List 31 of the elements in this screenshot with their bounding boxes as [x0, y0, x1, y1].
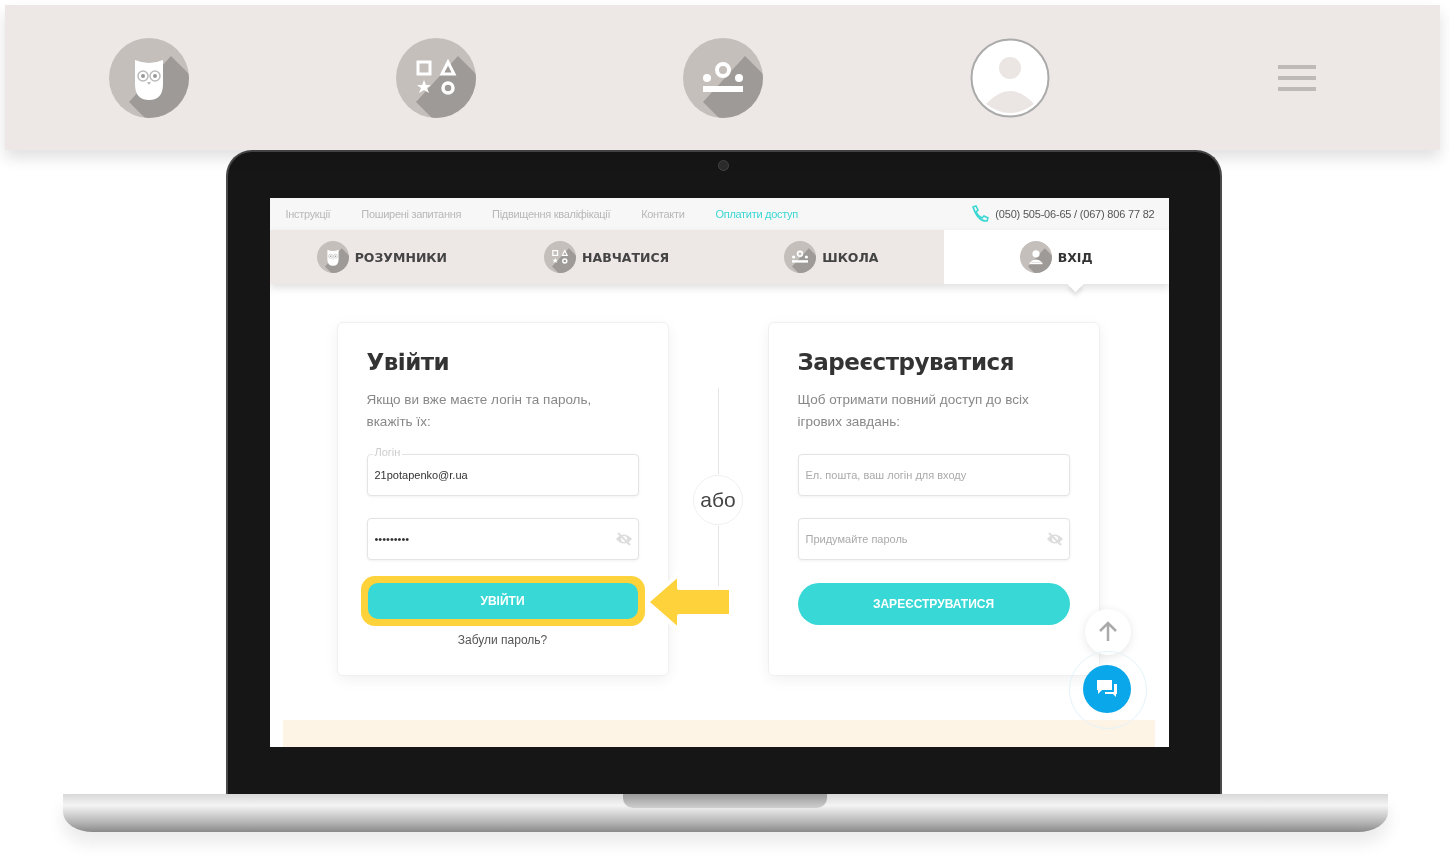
phone-number: (050) 505-06-65 / (067) 806 77 82 [995, 208, 1155, 220]
nav-tab[interactable]: РОЗУМНИКИ [269, 230, 495, 284]
password-field[interactable]: Придумайте пароль [797, 518, 1070, 560]
user-icon [1019, 241, 1052, 273]
people-icon[interactable] [682, 37, 763, 118]
chat-button[interactable] [1082, 665, 1131, 713]
menu-icon[interactable] [1277, 62, 1316, 93]
form-description: Якщо ви вже маєте логін та пароль, вкажіть їх: [366, 391, 593, 431]
form-title: Зареєструватися [797, 349, 1015, 375]
form-title: Увійти [366, 349, 451, 375]
text-field[interactable]: 21potapenko@r.ua [366, 454, 639, 496]
form-description: Щоб отримати повний доступ до всіх ігрових завдань: [797, 391, 1030, 431]
tab-pointer [1067, 276, 1084, 293]
eye-hidden-icon[interactable] [614, 532, 633, 546]
shapes-icon[interactable] [395, 37, 476, 118]
arrow-up-icon [1098, 621, 1117, 643]
password-field[interactable]: ••••••••• [366, 518, 639, 560]
owl-icon [316, 241, 349, 273]
owl-icon[interactable] [108, 37, 189, 118]
nav-tab[interactable]: ШКОЛА [719, 230, 944, 284]
camera-dot [717, 160, 729, 171]
scroll-up-button[interactable] [1084, 609, 1131, 655]
forgot-password-link[interactable]: Забули пароль? [457, 633, 548, 647]
user-icon[interactable] [969, 37, 1050, 118]
eye-hidden-icon[interactable] [1045, 532, 1064, 546]
phone-icon [970, 205, 991, 223]
or-label: або [693, 475, 743, 525]
nav-tab[interactable]: НАВЧАТИСЯ [494, 230, 719, 284]
text-field[interactable]: Ел. пошта, ваш логін для входу [797, 454, 1070, 496]
shapes-icon [544, 241, 576, 273]
people-icon [784, 241, 817, 273]
